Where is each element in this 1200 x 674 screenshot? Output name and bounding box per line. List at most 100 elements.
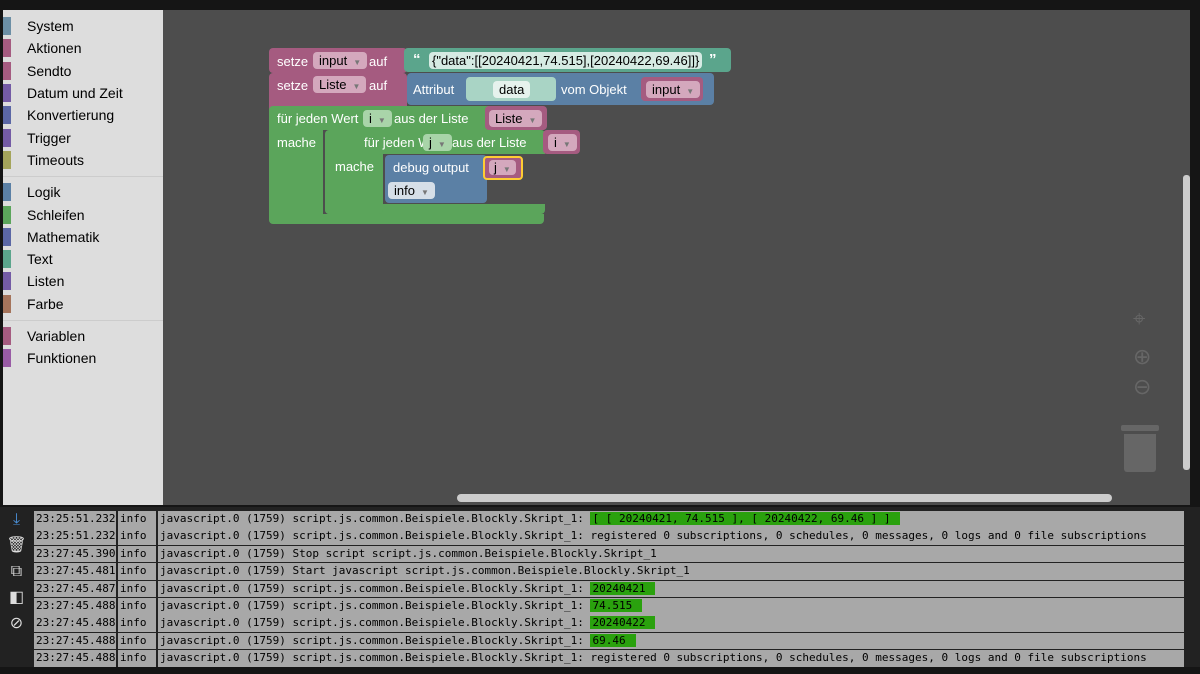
category-divider [3, 319, 163, 321]
category-label: Sendto [27, 62, 72, 79]
zoom-in-icon[interactable]: ⊕ [1133, 344, 1151, 370]
block-category-sidebar: System Aktionen Sendto Datum und Zeit Konver… [3, 10, 163, 505]
category-color-bar [3, 61, 11, 80]
log-highlight-value: 20240421 [590, 581, 656, 595]
category-label: Aktionen [27, 40, 82, 57]
log-level: info [118, 511, 156, 528]
log-highlight-value: 69.46 [590, 633, 636, 647]
log-time: 23:27:45.488 [34, 650, 116, 667]
variable-dropdown-i[interactable]: i ▼ [548, 134, 577, 151]
loop-variable-i[interactable]: i ▼ [363, 110, 392, 127]
category-listen[interactable]: Listen [3, 270, 163, 292]
category-timeouts[interactable]: Timeouts [3, 149, 163, 171]
clear-log-icon[interactable]: 🗑 [0, 533, 33, 559]
variable-dropdown-liste[interactable]: Liste ▼ [489, 110, 543, 127]
category-label: Datum und Zeit [27, 85, 123, 102]
log-message: javascript.0 (1759) script.js.common.Bei… [158, 650, 1184, 667]
variable-dropdown-j[interactable]: j ▼ [489, 160, 516, 175]
log-level: info [118, 528, 156, 545]
log-level-dropdown[interactable]: info ▼ [388, 182, 435, 199]
variable-dropdown-input[interactable]: input ▼ [313, 52, 368, 69]
log-row: 23:27:45.488 info javascript.0 (1759) scri… [34, 615, 1186, 632]
top-toolbar [0, 0, 1200, 10]
category-color-bar [3, 150, 11, 169]
category-color-bar [3, 128, 11, 147]
loop-variable-j[interactable]: j ▼ [423, 134, 452, 151]
for-each-label: für jeden Wert [277, 111, 359, 126]
columns-icon[interactable]: ◧ [0, 585, 33, 611]
do-label: mache [277, 135, 317, 150]
log-level: info [118, 598, 156, 615]
log-level: info [118, 632, 156, 650]
category-konvertierung[interactable]: Konvertierung [3, 104, 163, 126]
log-time: 23:27:45.488 [34, 632, 116, 650]
vertical-scrollbar[interactable] [1183, 175, 1190, 470]
category-color-bar [3, 183, 11, 202]
category-label: Text [27, 251, 53, 268]
category-variablen[interactable]: Variablen [3, 325, 163, 347]
category-color-bar [3, 39, 11, 58]
horizontal-scrollbar[interactable] [457, 494, 1112, 502]
category-funktionen[interactable]: Funktionen [3, 347, 163, 369]
hide-icon[interactable]: ⊘ [0, 611, 33, 637]
variable-dropdown-liste[interactable]: Liste ▼ [313, 76, 367, 93]
category-label: Konvertierung [27, 107, 115, 124]
category-label: Farbe [27, 295, 64, 312]
scroll-down-icon[interactable]: ⤓ [0, 507, 33, 533]
zoom-out-icon[interactable]: ⊖ [1133, 374, 1151, 400]
log-highlight-value: [ [ 20240421, 74.515 ], [ 20240422, 69.4… [590, 512, 901, 525]
category-mathematik[interactable]: Mathematik [3, 226, 163, 248]
category-label: Logik [27, 184, 61, 201]
copy-icon[interactable]: ⧉ [0, 559, 33, 585]
category-logik[interactable]: Logik [3, 181, 163, 203]
log-message: javascript.0 (1759) script.js.common.Bei… [158, 580, 1184, 598]
category-label: Mathematik [27, 228, 100, 245]
log-level: info [118, 615, 156, 632]
log-message: javascript.0 (1759) script.js.common.Bei… [158, 528, 1184, 545]
text-field[interactable]: {"data":[[20240421,74.515],[20240422,69.… [429, 52, 703, 69]
log-message: javascript.0 (1759) Start javascript scr… [158, 563, 1184, 580]
log-message: javascript.0 (1759) script.js.common.Bei… [158, 615, 1184, 632]
log-level: info [118, 580, 156, 598]
category-schleifen[interactable]: Schleifen [3, 203, 163, 225]
category-color-bar [3, 349, 11, 368]
category-label: Funktionen [27, 350, 97, 367]
auf-label: auf [369, 78, 388, 93]
from-list-label: aus der Liste [452, 135, 527, 150]
trash-icon[interactable] [1121, 425, 1159, 473]
category-trigger[interactable]: Trigger [3, 126, 163, 148]
log-time: 23:27:45.488 [34, 615, 116, 632]
category-system[interactable]: System [3, 15, 163, 37]
log-highlight-value: 74.515 [590, 599, 643, 612]
log-time: 23:27:45.481 [34, 563, 116, 580]
log-row: 23:27:45.488 info javascript.0 (1759) scri… [34, 632, 1186, 650]
quote-left: “ [413, 51, 421, 68]
log-time: 23:25:51.232 [34, 511, 116, 528]
blockly-workspace[interactable]: setze input ▼ auf “ {"data":[[20240421,74… [163, 10, 1190, 505]
category-label: Schleifen [27, 206, 85, 223]
log-row: 23:27:45.488 info javascript.0 (1759) scri… [34, 598, 1186, 615]
auf-label: auf [369, 54, 388, 69]
category-aktionen[interactable]: Aktionen [3, 37, 163, 59]
log-row: 23:27:45.481 info javascript.0 (1759) Star… [34, 563, 1186, 580]
category-label: Trigger [27, 129, 71, 146]
log-message: javascript.0 (1759) script.js.common.Bei… [158, 511, 1184, 528]
log-row: 23:27:45.487 info javascript.0 (1759) scri… [34, 580, 1186, 598]
category-datum-und-zeit[interactable]: Datum und Zeit [3, 82, 163, 104]
category-color-bar [3, 227, 11, 246]
quote-right: ” [709, 51, 717, 68]
category-color-bar [3, 17, 11, 36]
log-time: 23:27:45.390 [34, 545, 116, 563]
category-text[interactable]: Text [3, 248, 163, 270]
log-row: 23:25:51.232 info javascript.0 (1759) scri… [34, 528, 1186, 545]
attribut-label: Attribut [413, 82, 455, 97]
text-field[interactable]: data [493, 81, 531, 98]
category-sendto[interactable]: Sendto [3, 60, 163, 82]
center-icon[interactable]: ⌖ [1133, 306, 1145, 332]
variable-dropdown-input[interactable]: input ▼ [646, 81, 701, 98]
category-color-bar [3, 84, 11, 103]
log-row: 23:25:51.232 info javascript.0 (1759) scri… [34, 511, 1186, 528]
category-farbe[interactable]: Farbe [3, 293, 163, 315]
log-level: info [118, 650, 156, 667]
category-color-bar [3, 205, 11, 224]
